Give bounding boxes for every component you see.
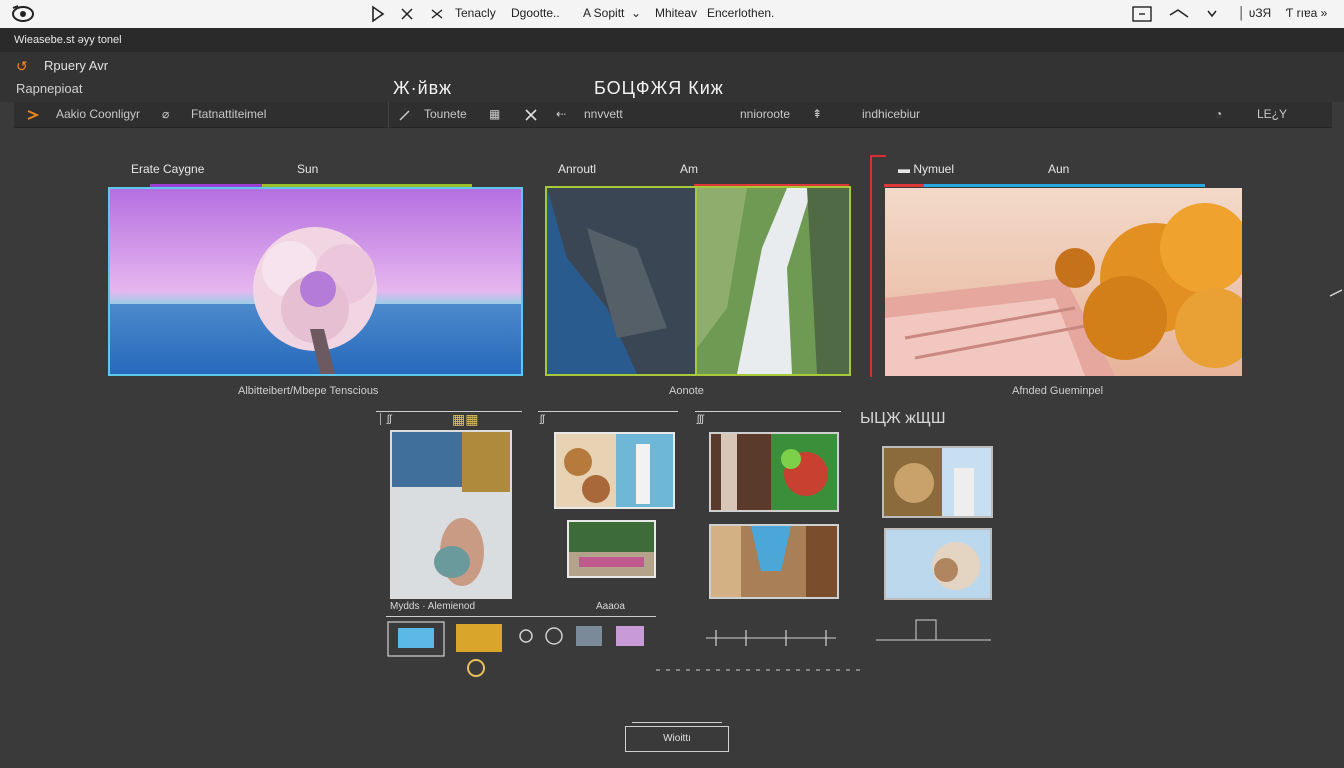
- back-arrow-icon[interactable]: ⇠: [556, 107, 566, 121]
- group-3-bracket: [695, 411, 841, 412]
- menu-right-item-1[interactable]: │ ʋЗЯ: [1238, 6, 1271, 20]
- thumb-2-image: [556, 434, 673, 507]
- card-2-tab-right[interactable]: Am: [680, 162, 698, 176]
- toolbar-divider: [388, 102, 389, 128]
- group-2-label: ʃʃ: [540, 414, 545, 425]
- toolbar-item-1[interactable]: Aakio Coonligyr: [56, 107, 140, 121]
- link-icon[interactable]: ⌀: [162, 107, 169, 121]
- group-1-label: │ ʃʃ: [378, 414, 392, 425]
- timeline-strip[interactable]: [386, 618, 996, 680]
- grid-icon[interactable]: ▦: [489, 107, 500, 121]
- filter-icon[interactable]: ⇞: [812, 107, 822, 121]
- footer-bracket: [632, 722, 722, 723]
- card-2-image: [547, 188, 849, 374]
- arrow-right-icon[interactable]: [26, 108, 40, 122]
- card-3-edge-marker: [870, 155, 872, 377]
- panel-toggle-icon[interactable]: [1132, 6, 1152, 22]
- group-1-bracket: [376, 411, 522, 412]
- card-3-tab-indicator-left: [884, 184, 924, 187]
- card-3-tab-indicator-right: [924, 184, 1205, 187]
- card-1-tab-left[interactable]: Erate Caygne: [131, 162, 204, 176]
- window-title: Wieasebe.st əyy tonel: [14, 34, 122, 46]
- card-2-caption: Aonote: [669, 385, 704, 397]
- card-2-preview[interactable]: [545, 186, 851, 376]
- group-3-label: ʃʃʃ: [697, 414, 704, 425]
- card-3-tab-left-label: Nymuel: [913, 162, 955, 176]
- menu-item-4[interactable]: Mhiteav: [655, 6, 697, 20]
- app-logo-icon[interactable]: [10, 4, 36, 24]
- thumb-7[interactable]: [884, 528, 992, 600]
- toolbar-item-2[interactable]: Ftatnattiteimel: [191, 107, 266, 121]
- undo-icon[interactable]: [1168, 7, 1190, 21]
- thumb-3[interactable]: [567, 520, 656, 578]
- group-2-bracket: [538, 411, 678, 412]
- thumb-6[interactable]: [882, 446, 993, 518]
- timeline-bracket: [386, 616, 656, 617]
- card-3-caption: Afnded Gueminpel: [1012, 385, 1104, 397]
- close-icon[interactable]: [524, 108, 538, 122]
- card-1-caption: Albitteibert/Mbepe Tenscious: [238, 385, 379, 397]
- toolbar-item-5[interactable]: nnioroote: [740, 107, 790, 121]
- chevron-down-icon[interactable]: ⌄: [631, 6, 641, 20]
- card-1-preview[interactable]: [108, 187, 523, 376]
- panel-heading: Rpuery Avr: [44, 58, 109, 73]
- menu-item-5[interactable]: Encerlothen.: [707, 6, 774, 20]
- toolbar-item-7[interactable]: LE¿Y: [1257, 107, 1287, 121]
- cross-tool-icon[interactable]: [400, 7, 414, 21]
- menu-right-item-2[interactable]: Ƭ rıɐa »: [1286, 6, 1327, 20]
- toolbar: Aakio Coonligyr ⌀ Ftatnattiteimel Tounet…: [14, 102, 1332, 128]
- menu-item-3[interactable]: A Sopitt: [583, 6, 624, 20]
- grid-caption-1: Mydds · Alemienod: [390, 601, 476, 612]
- section-title-left: Ж·йвж: [393, 78, 453, 98]
- footer-button[interactable]: Wioittı: [625, 726, 729, 752]
- thumb-large-image: [392, 432, 510, 597]
- refresh-icon[interactable]: ◔: [1215, 107, 1222, 121]
- thumb-5-image: [711, 526, 837, 597]
- flame-icon: ↺: [16, 58, 28, 74]
- menu-bar: Tenacly Dgootte.. A Sopitt ⌄ Mhiteav Enc…: [0, 0, 1344, 28]
- pen-icon[interactable]: [398, 108, 412, 122]
- card-1-image: [110, 189, 521, 374]
- thumb-large[interactable]: [390, 430, 512, 599]
- group-4-label: ЫЦЖ жЩШ: [860, 410, 946, 427]
- card-1-tab-right[interactable]: Sun: [297, 162, 318, 176]
- resize-handle-icon[interactable]: [1328, 288, 1344, 298]
- thumb-5[interactable]: [709, 524, 839, 599]
- card-3-image: [885, 188, 1242, 376]
- thumb-6-image: [884, 448, 991, 516]
- card-3-edge-marker-top: [870, 155, 886, 157]
- menu-item-2[interactable]: Dgootte..: [511, 6, 560, 20]
- card-3-tab-left[interactable]: ▬ Nymuel: [898, 162, 954, 176]
- toolbar-item-4[interactable]: nnvvett: [584, 107, 623, 121]
- chevron-right-icon[interactable]: [1205, 7, 1219, 21]
- thumb-2[interactable]: [554, 432, 675, 509]
- card-3-preview[interactable]: [885, 188, 1242, 376]
- menu-item-1[interactable]: Tenacly: [455, 6, 496, 20]
- thumb-4-image: [711, 434, 837, 510]
- thumb-3-image: [569, 522, 654, 576]
- toolbar-item-6[interactable]: indhicebiur: [862, 107, 920, 121]
- play-icon[interactable]: [370, 5, 386, 23]
- scissors-icon[interactable]: [430, 7, 444, 21]
- window-title-strip: Wieasebe.st əyy tonel: [0, 28, 1344, 52]
- thumb-4[interactable]: [709, 432, 839, 512]
- card-2-tab-left[interactable]: Anroutl: [558, 162, 596, 176]
- thumb-7-image: [886, 530, 990, 598]
- section-title-right: БОЦФЖЯ Киж: [594, 78, 724, 98]
- grid-caption-2: Aaaoa: [596, 601, 625, 612]
- toolbar-item-3[interactable]: Tounete: [424, 107, 467, 121]
- card-3-tab-right[interactable]: Aun: [1048, 162, 1069, 176]
- panel-subheading: Rapnepioat: [16, 81, 83, 96]
- badge-icon: ▦▦: [452, 411, 479, 427]
